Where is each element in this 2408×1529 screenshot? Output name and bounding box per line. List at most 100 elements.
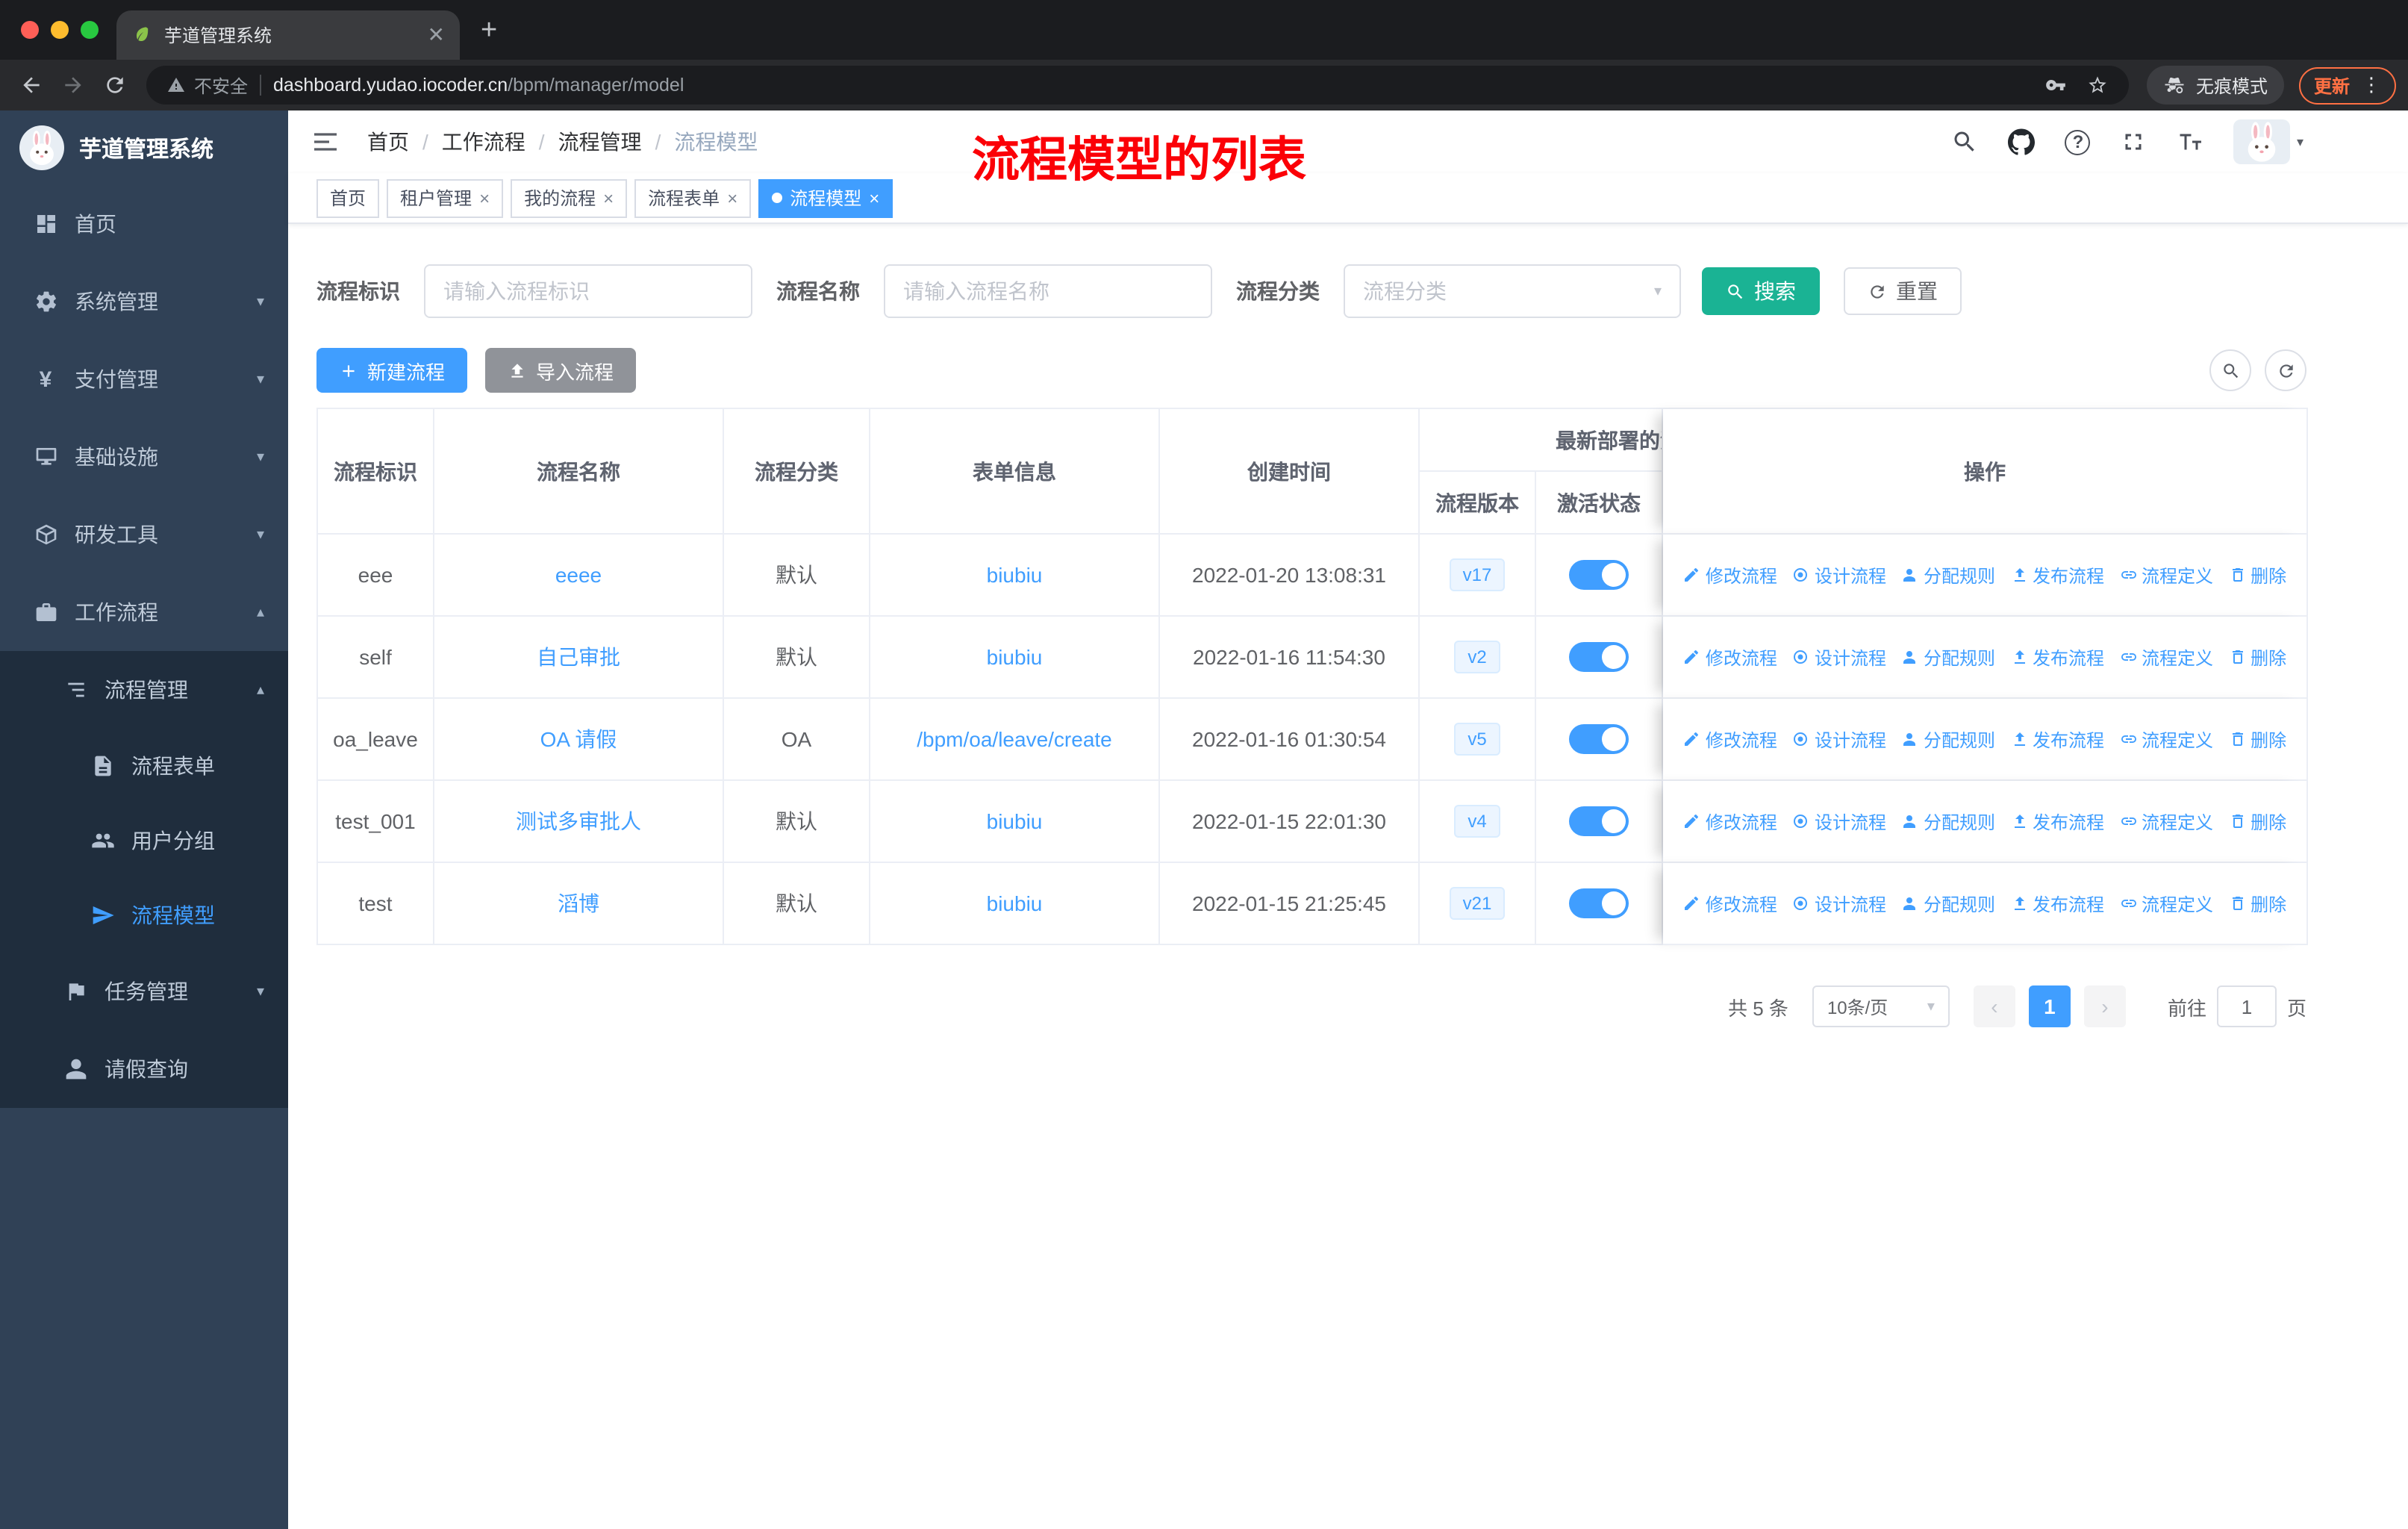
form-link[interactable]: biubiu <box>987 645 1043 669</box>
process-name-link[interactable]: eeee <box>555 563 602 587</box>
key-icon[interactable] <box>2045 75 2066 96</box>
process-name-input[interactable] <box>884 264 1212 318</box>
action-link-edit[interactable]: 修改流程 <box>1683 809 1777 834</box>
app-logo[interactable]: 芋道管理系统 <box>0 110 288 185</box>
url-bar[interactable]: 不安全 dashboard.yudao.iocoder.cn/bpm/manag… <box>146 66 2129 105</box>
action-link-design[interactable]: 设计流程 <box>1792 726 1886 752</box>
status-toggle[interactable] <box>1569 806 1629 836</box>
action-link-delete[interactable]: 删除 <box>2228 809 2286 834</box>
action-link-edit[interactable]: 修改流程 <box>1683 644 1777 670</box>
action-link-assign[interactable]: 分配规则 <box>1901 726 1995 752</box>
browser-menu-icon[interactable]: ⋮ <box>2362 73 2381 97</box>
action-link-assign[interactable]: 分配规则 <box>1901 891 1995 916</box>
action-link-link[interactable]: 流程定义 <box>2119 644 2213 670</box>
status-toggle[interactable] <box>1569 560 1629 590</box>
process-name-link[interactable]: OA 请假 <box>540 727 617 751</box>
fullscreen-icon[interactable] <box>2121 128 2147 155</box>
maximize-window-button[interactable] <box>81 21 99 39</box>
action-link-assign[interactable]: 分配规则 <box>1901 562 1995 588</box>
next-page-button[interactable]: › <box>2083 985 2126 1027</box>
action-link-publish[interactable]: 发布流程 <box>2010 644 2104 670</box>
action-link-edit[interactable]: 修改流程 <box>1683 891 1777 916</box>
form-link[interactable]: /bpm/oa/leave/create <box>917 727 1112 751</box>
action-link-publish[interactable]: 发布流程 <box>2010 726 2104 752</box>
sidebar-item-system[interactable]: 系统管理 ▾ <box>0 263 288 340</box>
form-link[interactable]: biubiu <box>987 891 1043 915</box>
breadcrumb-home[interactable]: 首页 <box>367 127 409 157</box>
action-link-link[interactable]: 流程定义 <box>2119 562 2213 588</box>
tag-tenant[interactable]: 租户管理 × <box>387 178 504 217</box>
form-link[interactable]: biubiu <box>987 563 1043 587</box>
action-link-design[interactable]: 设计流程 <box>1792 891 1886 916</box>
action-link-assign[interactable]: 分配规则 <box>1901 809 1995 834</box>
tag-process-form[interactable]: 流程表单 × <box>634 178 752 217</box>
page-number-button[interactable]: 1 <box>2028 985 2071 1027</box>
reload-button[interactable] <box>96 66 134 105</box>
action-link-link[interactable]: 流程定义 <box>2119 809 2213 834</box>
minimize-window-button[interactable] <box>51 21 69 39</box>
tag-my-process[interactable]: 我的流程 × <box>511 178 628 217</box>
security-chip[interactable]: 不安全 <box>167 72 248 98</box>
browser-tab[interactable]: 芋道管理系统 ✕ <box>116 10 460 60</box>
sidebar-item-process-model[interactable]: 流程模型 <box>0 878 288 953</box>
close-icon[interactable]: × <box>479 189 490 207</box>
goto-page-input[interactable] <box>2216 985 2277 1027</box>
sidebar-item-home[interactable]: 首页 <box>0 185 288 263</box>
breadcrumb-workflow[interactable]: 工作流程 <box>442 127 525 157</box>
action-link-delete[interactable]: 删除 <box>2228 891 2286 916</box>
sidebar-item-workflow[interactable]: 工作流程 ▴ <box>0 573 288 651</box>
forward-button[interactable] <box>54 66 93 105</box>
process-category-select[interactable]: 流程分类 ▾ <box>1344 264 1681 318</box>
search-icon[interactable] <box>1952 128 1979 155</box>
search-button[interactable]: 搜索 <box>1702 267 1820 315</box>
incognito-chip[interactable]: 无痕模式 <box>2146 66 2284 105</box>
new-tab-button[interactable]: + <box>481 16 497 44</box>
process-name-link[interactable]: 自己审批 <box>537 645 620 669</box>
prev-page-button[interactable]: ‹ <box>1973 985 2015 1027</box>
close-window-button[interactable] <box>21 21 39 39</box>
toggle-search-button[interactable] <box>2209 349 2251 391</box>
tag-home[interactable]: 首页 <box>316 178 380 217</box>
refresh-table-button[interactable] <box>2265 349 2306 391</box>
action-link-delete[interactable]: 删除 <box>2228 562 2286 588</box>
process-id-input[interactable] <box>424 264 752 318</box>
action-link-publish[interactable]: 发布流程 <box>2010 809 2104 834</box>
action-link-design[interactable]: 设计流程 <box>1792 562 1886 588</box>
action-link-delete[interactable]: 删除 <box>2228 726 2286 752</box>
action-link-assign[interactable]: 分配规则 <box>1901 644 1995 670</box>
process-name-link[interactable]: 滔博 <box>558 891 599 915</box>
sidebar-item-payment[interactable]: ¥ 支付管理 ▾ <box>0 340 288 418</box>
status-toggle[interactable] <box>1569 888 1629 918</box>
github-icon[interactable] <box>2008 128 2036 155</box>
hamburger-icon[interactable] <box>311 127 340 157</box>
action-link-design[interactable]: 设计流程 <box>1792 644 1886 670</box>
action-link-link[interactable]: 流程定义 <box>2119 726 2213 752</box>
tag-process-model[interactable]: 流程模型 × <box>758 178 893 217</box>
status-toggle[interactable] <box>1569 642 1629 672</box>
page-size-select[interactable]: 10条/页 ▾ <box>1812 985 1950 1027</box>
close-icon[interactable]: × <box>603 189 614 207</box>
font-size-icon[interactable] <box>2177 128 2204 155</box>
close-icon[interactable]: × <box>869 189 879 207</box>
back-button[interactable] <box>12 66 51 105</box>
sidebar-item-process-management[interactable]: 流程管理 ▴ <box>0 651 288 729</box>
process-name-link[interactable]: 测试多审批人 <box>516 809 641 833</box>
update-chip[interactable]: 更新 ⋮ <box>2298 66 2396 104</box>
sidebar-item-user-group[interactable]: 用户分组 <box>0 803 288 878</box>
sidebar-item-devtools[interactable]: 研发工具 ▾ <box>0 496 288 573</box>
user-menu[interactable]: ▾ <box>2233 119 2303 164</box>
import-process-button[interactable]: 导入流程 <box>485 348 637 393</box>
action-link-design[interactable]: 设计流程 <box>1792 809 1886 834</box>
form-link[interactable]: biubiu <box>987 809 1043 833</box>
action-link-delete[interactable]: 删除 <box>2228 644 2286 670</box>
action-link-edit[interactable]: 修改流程 <box>1683 562 1777 588</box>
create-process-button[interactable]: 新建流程 <box>316 348 468 393</box>
action-link-publish[interactable]: 发布流程 <box>2010 891 2104 916</box>
status-toggle[interactable] <box>1569 724 1629 754</box>
help-icon[interactable] <box>2065 129 2091 155</box>
action-link-link[interactable]: 流程定义 <box>2119 891 2213 916</box>
reset-button[interactable]: 重置 <box>1844 267 1962 315</box>
sidebar-item-leave-query[interactable]: 请假查询 <box>0 1030 288 1108</box>
sidebar-item-process-form[interactable]: 流程表单 <box>0 729 288 803</box>
sidebar-item-task-management[interactable]: 任务管理 ▾ <box>0 953 288 1030</box>
